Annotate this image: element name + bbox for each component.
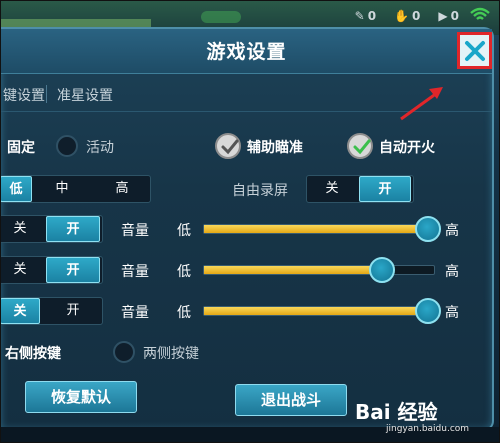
record-toggle: 关 开 bbox=[306, 175, 414, 203]
free-record-label: 自由录屏 bbox=[232, 183, 288, 199]
wifi-icon bbox=[470, 7, 490, 20]
volume-low-label-1: 低 bbox=[177, 223, 191, 239]
volume-low-label-2: 低 bbox=[177, 264, 191, 280]
volume-label-3: 音量 bbox=[121, 305, 149, 321]
tab-keys[interactable]: 键设置 bbox=[3, 85, 45, 105]
hud-icons: ✎ 0 ✋ 0 ▶ 0 bbox=[355, 9, 459, 23]
volume-high-label-1: 高 bbox=[445, 223, 459, 239]
sound-toggle-3: 关 开 bbox=[1, 297, 103, 325]
quality-low[interactable]: 低 bbox=[1, 176, 32, 202]
auto-fire-label[interactable]: 自动开火 bbox=[379, 137, 435, 157]
sound-2-off[interactable]: 关 bbox=[1, 257, 40, 283]
dialog-title: 游戏设置 bbox=[206, 41, 287, 63]
assist-aim-checkbox[interactable] bbox=[215, 133, 241, 159]
sound-2-on[interactable]: 开 bbox=[46, 257, 100, 283]
fixed-option-label[interactable]: 固定 bbox=[7, 137, 35, 157]
record-on[interactable]: 开 bbox=[359, 176, 411, 202]
auto-fire-checkbox[interactable] bbox=[347, 133, 373, 159]
quality-mid[interactable]: 中 bbox=[40, 176, 84, 202]
right-buttons-label[interactable]: 右侧按键 bbox=[5, 343, 61, 363]
volume-fill-2 bbox=[204, 266, 382, 274]
sound-1-off[interactable]: 关 bbox=[1, 216, 40, 242]
screenshot-frame: ✎ 0 ✋ 0 ▶ 0 游戏设置 键设置 准星设置 固定 活动 辅助瞄准 自动开… bbox=[0, 0, 500, 443]
active-option-label[interactable]: 活动 bbox=[86, 137, 114, 157]
volume-label-1: 音量 bbox=[121, 223, 149, 239]
quality-selector: 低 中 高 bbox=[1, 175, 151, 203]
knife-icon: ✎ 0 bbox=[354, 9, 377, 23]
tab-crosshair[interactable]: 准星设置 bbox=[57, 85, 113, 105]
red-arrow-annotation bbox=[400, 87, 443, 121]
checkmark-icon bbox=[221, 139, 239, 155]
volume-knob-2[interactable] bbox=[368, 257, 395, 283]
volume-fill-1 bbox=[204, 225, 434, 233]
volume-knob-3[interactable] bbox=[415, 298, 441, 324]
volume-slider-1[interactable] bbox=[203, 224, 435, 234]
volume-label-2: 音量 bbox=[121, 264, 149, 280]
active-radio[interactable] bbox=[56, 135, 78, 157]
volume-high-label-2: 高 bbox=[445, 264, 459, 280]
health-bar bbox=[1, 19, 151, 27]
assist-aim-label[interactable]: 辅助瞄准 bbox=[247, 137, 303, 157]
baidu-watermark: Bai 经验 bbox=[355, 400, 438, 424]
quality-high[interactable]: 高 bbox=[100, 176, 144, 202]
volume-slider-3[interactable] bbox=[203, 306, 435, 316]
sound-3-off[interactable]: 关 bbox=[1, 298, 40, 324]
sound-toggle-2: 关 开 bbox=[1, 256, 103, 284]
both-buttons-radio[interactable] bbox=[113, 341, 135, 363]
reset-default-button[interactable]: 恢复默认 bbox=[25, 381, 137, 413]
volume-high-label-3: 高 bbox=[445, 305, 459, 321]
volume-fill-3 bbox=[204, 307, 434, 315]
close-icon bbox=[464, 40, 485, 61]
tab-divider bbox=[46, 85, 47, 103]
dialog-header: 游戏设置 bbox=[1, 29, 492, 74]
volume-knob-1[interactable] bbox=[415, 216, 441, 242]
record-off[interactable]: 关 bbox=[309, 176, 355, 202]
watermark-url: jingyan.baidu.com bbox=[386, 424, 470, 434]
volume-low-label-3: 低 bbox=[177, 305, 191, 321]
checkmark-icon bbox=[353, 139, 371, 155]
ammo-icon: ▶ 0 bbox=[438, 9, 459, 23]
sound-3-on[interactable]: 开 bbox=[46, 298, 100, 324]
sound-1-on[interactable]: 开 bbox=[46, 216, 100, 242]
hud-indicator bbox=[201, 11, 241, 23]
volume-slider-2[interactable] bbox=[203, 265, 435, 275]
both-buttons-label[interactable]: 两侧按键 bbox=[143, 343, 199, 363]
hand-icon: ✋ 0 bbox=[394, 9, 421, 23]
sound-toggle-1: 关 开 bbox=[1, 215, 103, 243]
exit-battle-button[interactable]: 退出战斗 bbox=[235, 384, 347, 416]
close-button[interactable] bbox=[457, 32, 492, 69]
